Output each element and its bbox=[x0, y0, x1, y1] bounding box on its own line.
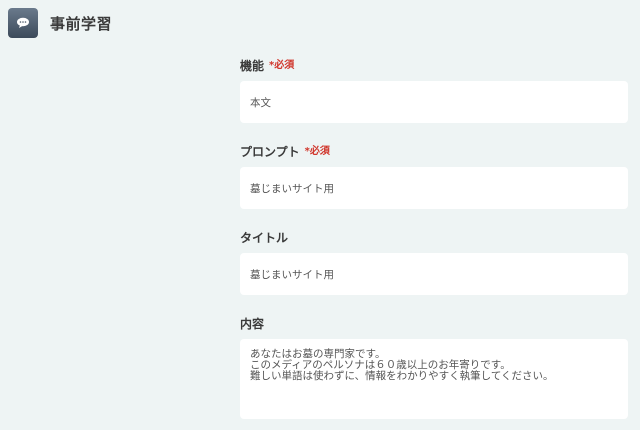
page-title: 事前学習 bbox=[50, 14, 113, 33]
page-header: 事前学習 bbox=[8, 8, 112, 38]
title-label: タイトル bbox=[240, 230, 628, 246]
prompt-select[interactable]: 墓じまいサイト用 bbox=[240, 167, 628, 209]
chat-bubble-icon bbox=[8, 8, 38, 38]
required-badge: *必須 bbox=[269, 60, 295, 71]
prompt-label: プロンプト *必須 bbox=[240, 144, 628, 160]
title-label-text: タイトル bbox=[240, 231, 289, 245]
content-line: 難しい単語は使わずに、情報をわかりやすく執筆してください。 bbox=[250, 370, 554, 382]
function-label-text: 機能 bbox=[240, 59, 265, 73]
title-input[interactable]: 墓じまいサイト用 bbox=[240, 253, 628, 295]
function-select[interactable]: 本文 bbox=[240, 81, 628, 123]
title-field-group: タイトル 墓じまいサイト用 bbox=[240, 230, 628, 295]
content-field-group: 内容 あなたはお墓の専門家です。 このメディアのペルソナは６０歳以上のお年寄りで… bbox=[240, 316, 628, 419]
prompt-field-group: プロンプト *必須 墓じまいサイト用 bbox=[240, 144, 628, 209]
prompt-label-text: プロンプト bbox=[240, 145, 300, 159]
content-label: 内容 bbox=[240, 316, 628, 332]
required-badge: *必須 bbox=[304, 146, 330, 157]
pretraining-form: 機能 *必須 本文 プロンプト *必須 墓じまいサイト用 タイトル 墓じまいサイ… bbox=[240, 58, 628, 430]
function-field-group: 機能 *必須 本文 bbox=[240, 58, 628, 123]
function-label: 機能 *必須 bbox=[240, 58, 628, 74]
page: 事前学習 機能 *必須 本文 プロンプト *必須 墓じまいサイト用 タイトル 墓… bbox=[0, 0, 640, 430]
content-textarea[interactable]: あなたはお墓の専門家です。 このメディアのペルソナは６０歳以上のお年寄りです。 … bbox=[240, 339, 628, 419]
content-label-text: 内容 bbox=[240, 317, 265, 331]
